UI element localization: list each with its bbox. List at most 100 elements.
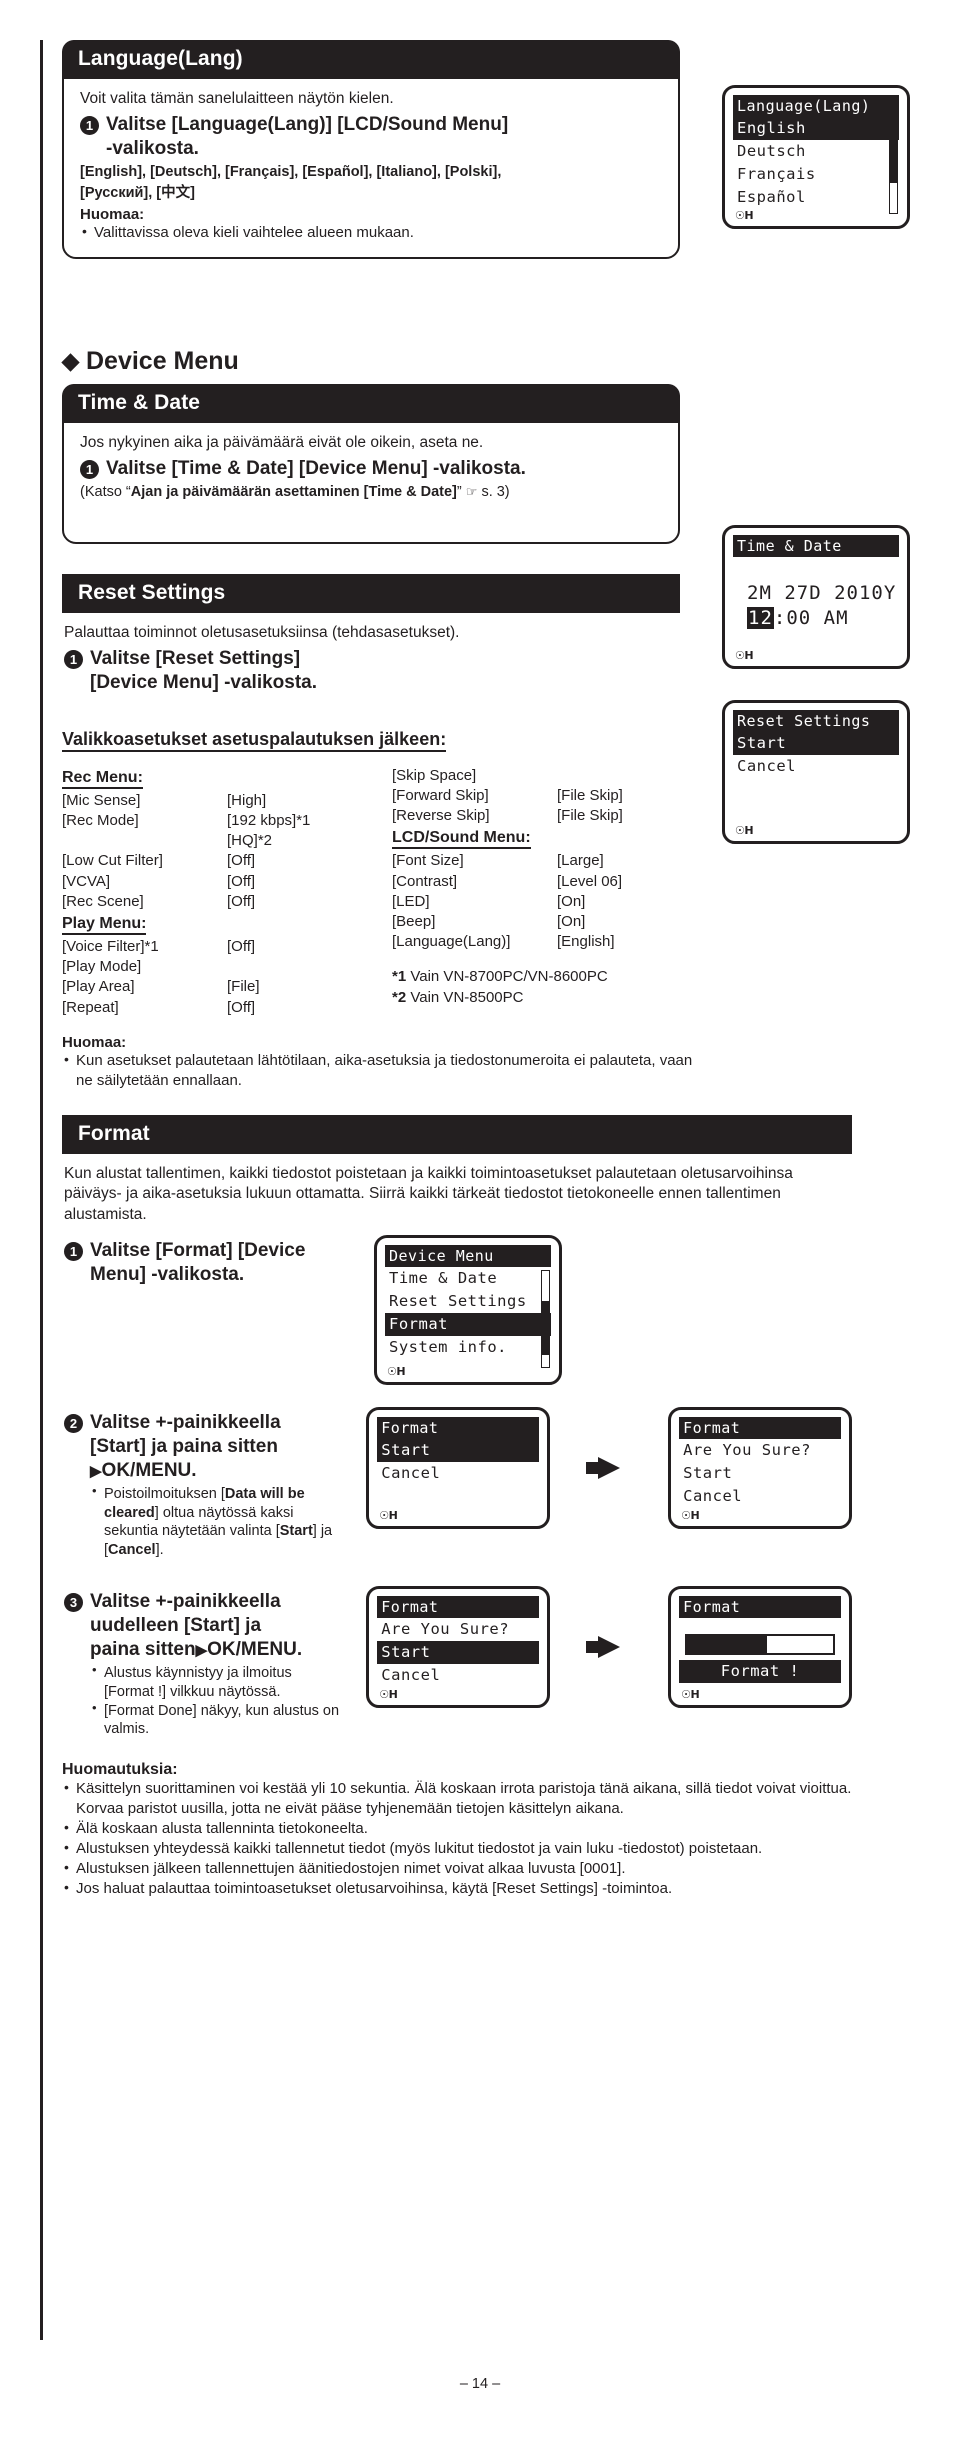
setting-value: [227, 957, 347, 977]
flow-arrow-icon: [586, 1636, 654, 1659]
footnote-2-mark: *2: [392, 989, 407, 1007]
table-row: [VCVA] [Off]: [62, 872, 347, 892]
lcd-device-menu-row-2: Format: [385, 1312, 551, 1336]
microphone-icon: ☉H: [379, 1688, 398, 1702]
language-note-heading: Huomaa:: [80, 205, 145, 223]
format-step1-line1: Valitse [Format] [Device: [90, 1239, 306, 1261]
format-step2-line2: [Start] ja paina sitten: [90, 1435, 278, 1457]
lcd-confirm-row-0: Start: [377, 1641, 540, 1665]
microphone-icon: ☉H: [735, 649, 754, 662]
lcd-language-title: Language(Lang): [733, 95, 899, 117]
lcd-language-scrollbar[interactable]: [889, 120, 898, 214]
lcd-sure-row-0: Start: [683, 1463, 733, 1482]
table-rec-menu: [Mic Sense] [High] [Rec Mode] [192 kbps]*1…: [62, 791, 347, 912]
lcd-time-date-time-rest: :00 AM: [773, 607, 849, 629]
time-date-ref-pre: (Katso “: [80, 483, 131, 500]
setting-value: [High]: [227, 791, 267, 809]
table-row: [LED] [On]: [392, 892, 677, 912]
footnote-1-mark: *1: [392, 968, 407, 986]
lcd-format-start-mic-label: H: [388, 1508, 398, 1522]
bottom-note-item: Käsittelyn suorittaminen voi kestää yli …: [62, 1778, 862, 1819]
lcd-sure-question: Are You Sure?: [683, 1440, 811, 1459]
table-row: [Mic Sense] [High]: [62, 791, 347, 811]
microphone-icon: ☉H: [681, 1688, 700, 1702]
setting-value: [Off]: [227, 937, 256, 955]
format-progress-bar: [685, 1634, 835, 1656]
setting-value: [Level 06]: [557, 872, 623, 890]
setting-value: [File Skip]: [557, 787, 623, 805]
lcd-language-mic-label: H: [744, 209, 754, 222]
setting-key: [VCVA]: [62, 872, 111, 890]
setting-key: [Rec Scene]: [62, 892, 144, 910]
step-number-badge: 2: [64, 1413, 83, 1433]
setting-key: [Reverse Skip]: [392, 807, 490, 825]
lcd-sure-row-1: Cancel: [683, 1486, 743, 1505]
lcd-reset-row-0: Start: [733, 732, 899, 755]
lcd-device-menu-title: Device Menu: [385, 1244, 551, 1267]
table-row: [Rec Mode] [192 kbps]*1: [62, 811, 347, 831]
n3: Start: [279, 1523, 313, 1540]
language-notes: Valittavissa oleva kieli vaihtelee aluee…: [80, 222, 662, 243]
table-row: [HQ]*2: [62, 831, 347, 851]
flow-arrow-icon: [586, 1456, 654, 1479]
setting-key: [Mic Sense]: [62, 791, 141, 809]
microphone-icon: ☉H: [379, 1508, 398, 1522]
setting-value: [Large]: [557, 852, 604, 870]
format-step1-line2: Menu] -valikosta.: [90, 1263, 245, 1285]
lcd-device-menu-scrollbar[interactable]: [541, 1269, 550, 1368]
table-row: [Font Size] [Large]: [392, 851, 677, 871]
setting-key: [Play Area]: [62, 978, 135, 996]
section-time-date: Time & Date Jos nykyinen aika ja päivämä…: [62, 383, 680, 544]
lcd-reset-settings: Reset Settings Start Cancel ☉H: [722, 700, 910, 844]
lcd-format-start-row-1: Cancel: [381, 1463, 441, 1482]
format-step2-notes: Poistoilmoituksen [Data will be cleared]…: [90, 1483, 350, 1560]
table-row: [Contrast] [Level 06]: [392, 872, 677, 892]
reset-table-heading: Valikkoasetukset asetuspalautuksen jälke…: [62, 729, 447, 752]
reset-notes: Kun asetukset palautetaan lähtötilaan, a…: [62, 1050, 702, 1091]
bottom-note-item: Jos haluat palauttaa toimintoasetukset o…: [62, 1878, 862, 1899]
lcd-format-progress: Format Format ! ☉H: [668, 1586, 852, 1709]
footnote-1: *1 Vain VN-8700PC/VN-8600PC: [392, 966, 722, 987]
section-title-language: Language(Lang): [62, 40, 680, 79]
setting-key: [62, 831, 227, 851]
diamond-bullet-icon: [61, 352, 80, 372]
setting-key: [Font Size]: [392, 852, 464, 870]
format-step-3: 3 Valitse +-painikkeella uudelleen [Star…: [64, 1590, 366, 1662]
reset-note-item: Kun asetukset palautetaan lähtötilaan, a…: [62, 1050, 702, 1091]
footnote-2-text: Vain VN-8500PC: [410, 989, 524, 1007]
lcd-confirm-mic-label: H: [388, 1688, 398, 1702]
microphone-icon: ☉H: [681, 1508, 700, 1522]
setting-key: [Contrast]: [392, 872, 458, 890]
language-intro: Voit valita tämän sanelulaitteen näytön …: [80, 90, 394, 107]
language-step1-line2: -valikosta.: [106, 138, 199, 160]
section-title-format: Format: [62, 1114, 852, 1154]
microphone-icon: ☉H: [735, 209, 754, 222]
lcd-time-date-title: Time & Date: [733, 535, 899, 557]
lcd-reset-mic-label: H: [744, 824, 754, 837]
lcd-format-confirm: Format Are You Sure? Start Cancel ☉H: [366, 1586, 551, 1709]
lcd-reset-row-1: Cancel: [737, 757, 796, 775]
format-step3-note-item: [Format Done] näkyy, kun alustus on valm…: [90, 1700, 340, 1740]
step-number-badge: 3: [64, 1593, 83, 1613]
lcd-confirm-question: Are You Sure?: [381, 1620, 510, 1639]
lcd-format-start: Format Start Cancel ☉H: [366, 1406, 551, 1529]
time-date-reference: (Katso “Ajan ja päivämäärän asettaminen …: [80, 483, 662, 502]
step-number-badge: 1: [80, 459, 99, 479]
table-skip-space: [Skip Space] [Forward Skip] [File Skip] […: [392, 766, 677, 827]
section-reset-settings: Reset Settings Palauttaa toiminnot oletu…: [62, 573, 680, 695]
lcd-time-date-hour-selected: 12: [747, 607, 774, 629]
table-lcd-sound-menu: [Font Size] [Large] [Contrast] [Level 06] …: [392, 851, 677, 952]
lcd-progress-title: Format: [679, 1596, 841, 1619]
setting-value: [On]: [557, 892, 586, 910]
lcd-format-start-row-0: Start: [377, 1438, 540, 1462]
format-step3-line2: uudelleen [Start] ja: [90, 1615, 262, 1637]
lcd-progress-mic-label: H: [690, 1688, 700, 1702]
footnote-2: *2 Vain VN-8500PC: [392, 987, 722, 1008]
setting-key: [Repeat]: [62, 998, 119, 1016]
setting-value: [Off]: [227, 892, 256, 910]
section-title-reset-settings: Reset Settings: [62, 573, 680, 613]
lcd-device-menu-mic-label: H: [396, 1364, 406, 1378]
lcd-format-start-title: Format: [377, 1416, 540, 1439]
time-date-intro: Jos nykyinen aika ja päivämäärä eivät ol…: [80, 433, 484, 451]
lcd-progress-label: Format !: [679, 1660, 841, 1684]
